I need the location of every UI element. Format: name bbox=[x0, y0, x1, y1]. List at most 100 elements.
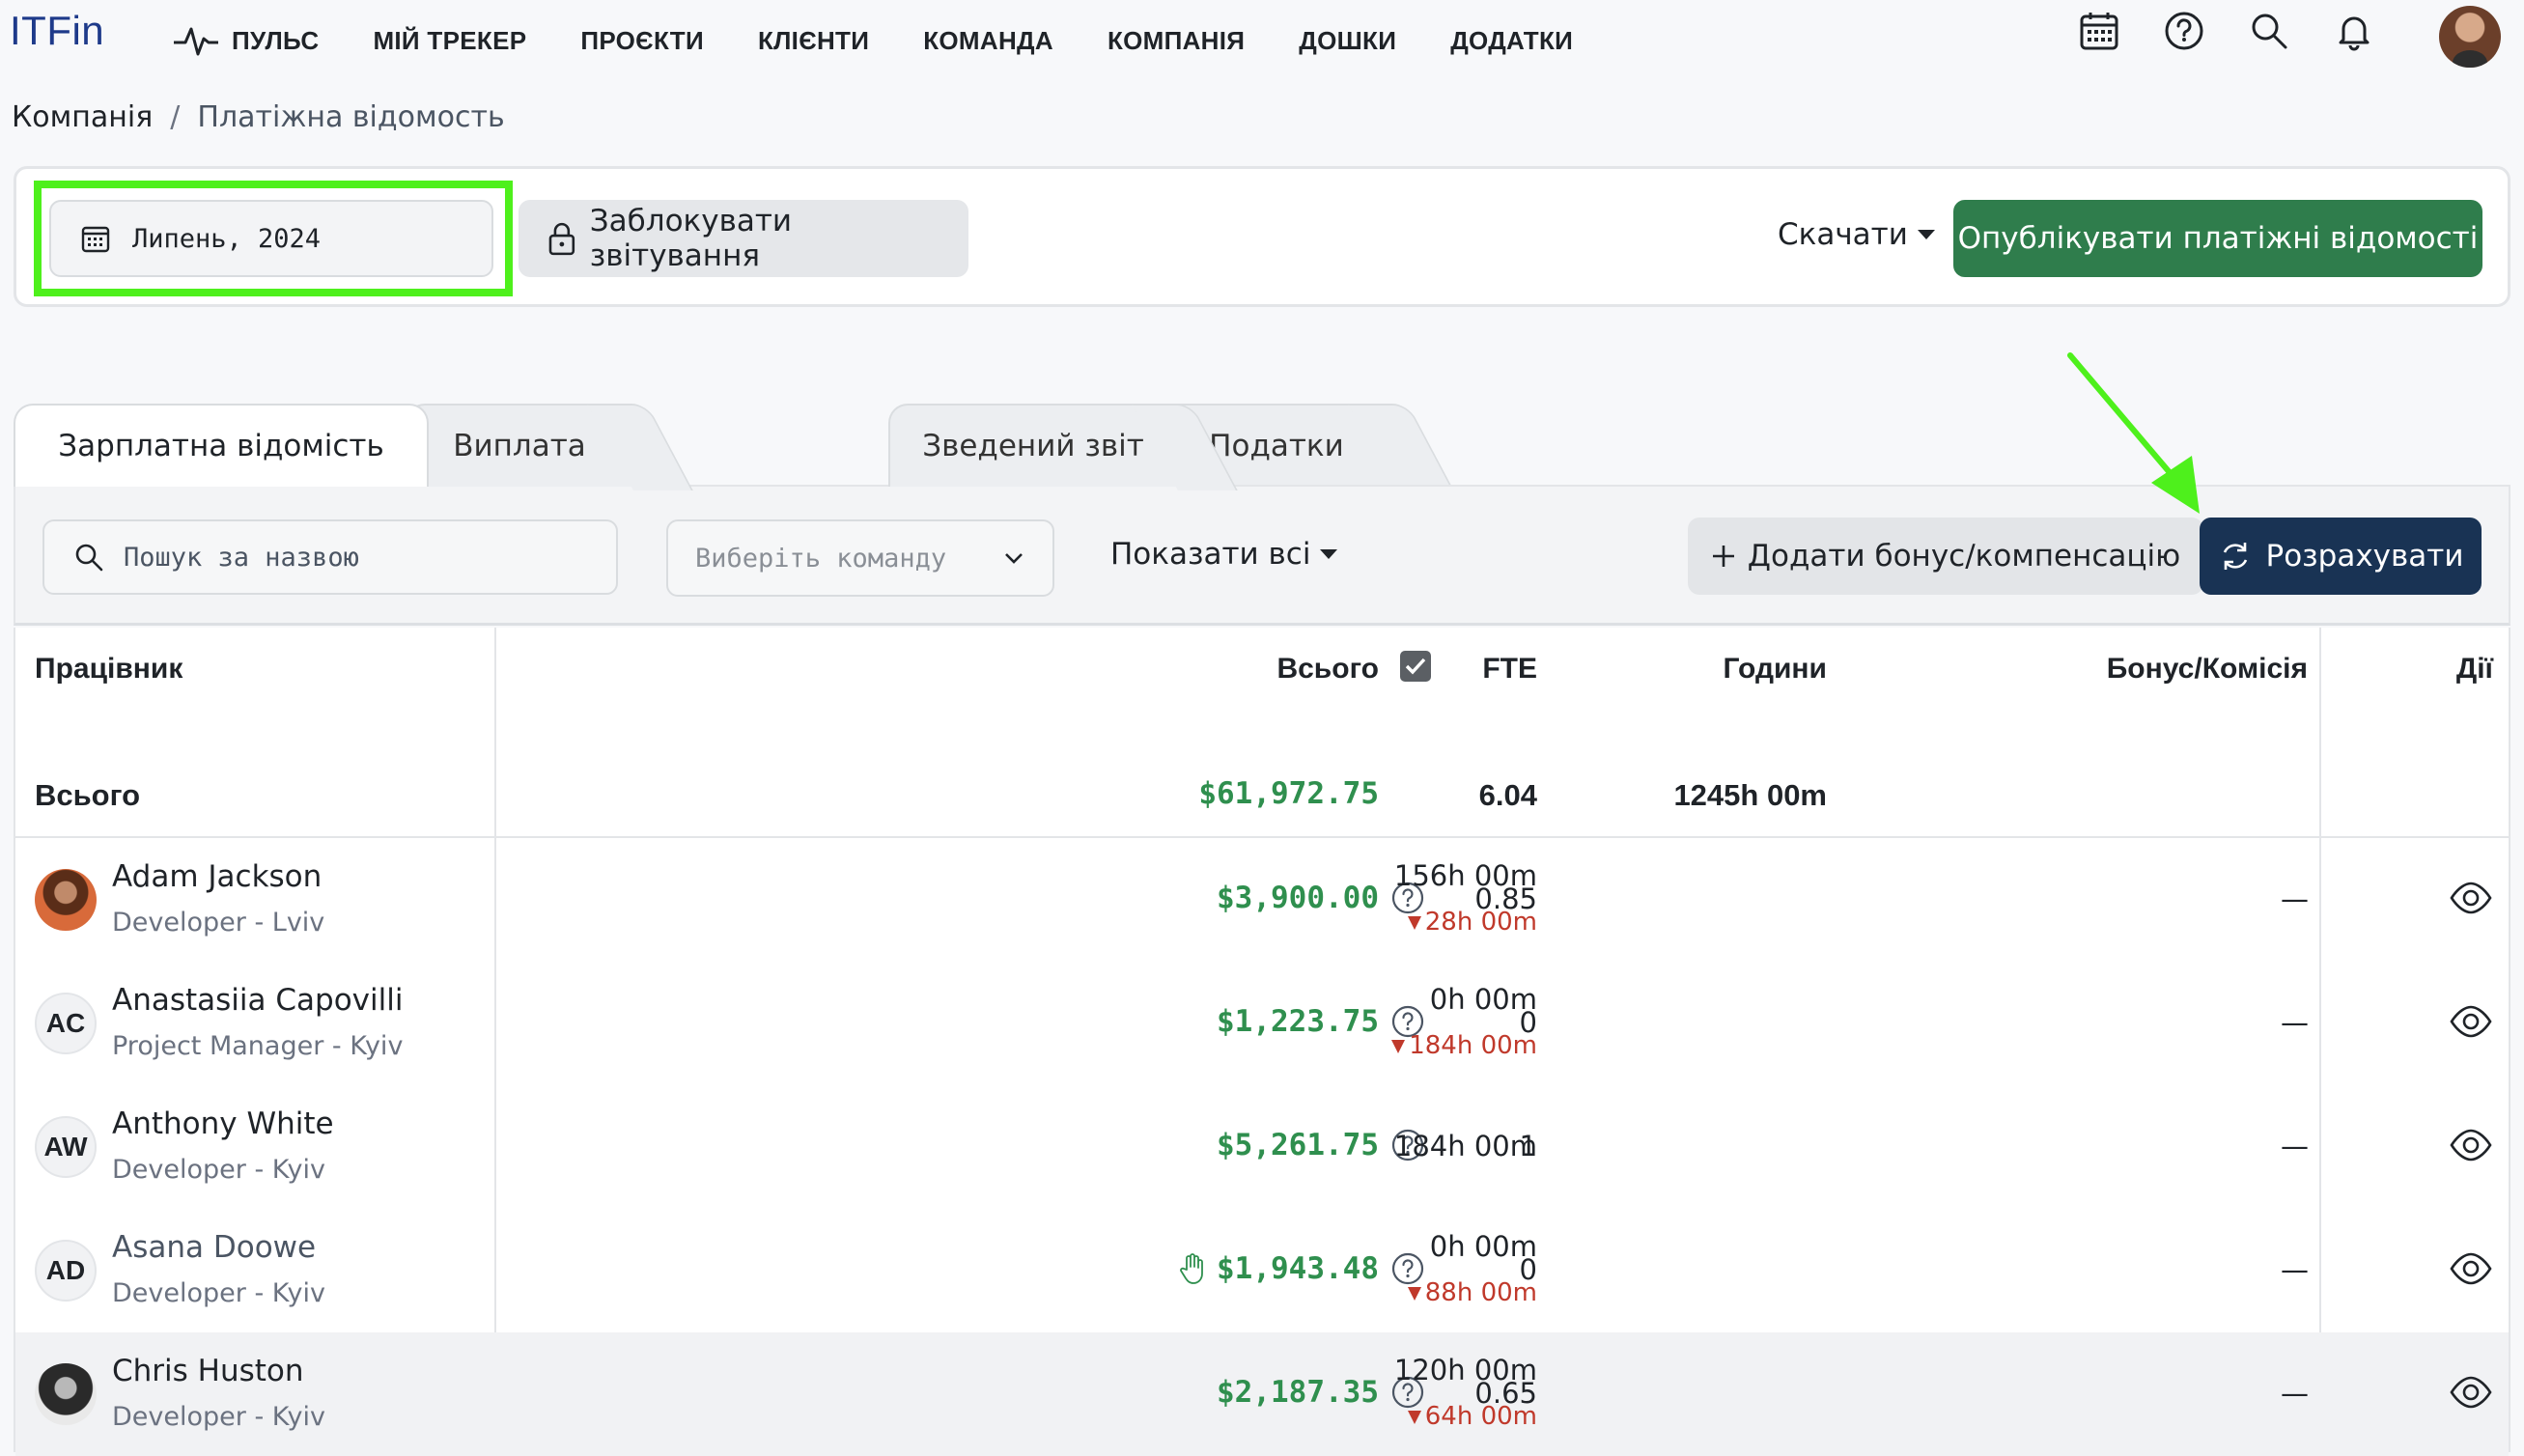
avatar: AC bbox=[35, 993, 97, 1054]
nav-item-label: ПУЛЬС bbox=[232, 25, 320, 55]
nav-item-pulse[interactable]: ПУЛЬС bbox=[172, 21, 319, 60]
table-row[interactable]: AC Anastasiia Capovilli Project Manager … bbox=[15, 962, 2509, 1085]
user-avatar[interactable] bbox=[2439, 6, 2501, 68]
employee-role: Project Manager - Kyiv bbox=[112, 1031, 404, 1061]
header-bonus[interactable]: Бонус/Комісія bbox=[2107, 653, 2308, 686]
chevron-down-icon bbox=[1005, 553, 1023, 564]
search-box bbox=[42, 519, 618, 595]
table-row[interactable]: Adam Jackson Developer - Lviv $3,900.00 … bbox=[15, 838, 2509, 962]
employee-name[interactable]: Anastasiia Capovilli bbox=[112, 983, 403, 1018]
top-navigation: ITFin ПУЛЬС МІЙ ТРЕКЕР ПРОЄКТИ КЛІЄНТИ К… bbox=[0, 0, 2524, 77]
nav-item-clients[interactable]: КЛІЄНТИ bbox=[758, 26, 869, 56]
help-icon[interactable] bbox=[2157, 4, 2211, 58]
eye-icon[interactable] bbox=[2449, 1373, 2493, 1412]
plus-icon bbox=[1712, 546, 1734, 567]
select-all-checkbox[interactable] bbox=[1400, 651, 1431, 682]
arrow-down-icon bbox=[1391, 1039, 1406, 1053]
row-bonus: — bbox=[2281, 1006, 2309, 1039]
annotation-arrow bbox=[2067, 352, 2200, 514]
lock-icon bbox=[548, 222, 575, 256]
totals-label: Всього bbox=[35, 778, 141, 812]
row-hours: 156h 00m bbox=[1393, 859, 1537, 892]
header-hours[interactable]: Години bbox=[1724, 653, 1828, 686]
period-picker[interactable]: Липень, 2024 bbox=[49, 200, 493, 277]
nav-item-boards[interactable]: ДОШКИ bbox=[1299, 26, 1396, 56]
caret-down-icon bbox=[1917, 230, 1935, 239]
employee-name[interactable]: Anthony White bbox=[112, 1106, 334, 1141]
calculate-button[interactable]: Розрахувати bbox=[2200, 518, 2482, 595]
totals-hours: 1245h 00m bbox=[1673, 778, 1827, 812]
avatar bbox=[35, 869, 97, 931]
row-bonus: — bbox=[2281, 882, 2309, 915]
nav-item-projects[interactable]: ПРОЄКТИ bbox=[580, 26, 704, 56]
employee-role: Developer - Kyiv bbox=[112, 1278, 325, 1308]
bell-icon[interactable] bbox=[2327, 4, 2381, 58]
employee-name[interactable]: Adam Jackson bbox=[112, 859, 322, 894]
avatar: AW bbox=[35, 1116, 97, 1178]
breadcrumb: Компанія / Платіжна відомость bbox=[12, 100, 505, 134]
row-bonus: — bbox=[2281, 1130, 2309, 1162]
header-employee[interactable]: Працівник bbox=[35, 653, 182, 686]
team-select[interactable]: Виберіть команду bbox=[666, 519, 1054, 597]
download-label: Скачати bbox=[1778, 217, 1908, 252]
calculate-label: Розрахувати bbox=[2265, 539, 2464, 574]
arrow-down-icon bbox=[1407, 1286, 1421, 1301]
search-icon bbox=[75, 544, 103, 572]
header-actions: Дії bbox=[2455, 653, 2493, 685]
arrow-down-icon bbox=[1407, 1410, 1421, 1424]
app-logo[interactable]: ITFin bbox=[10, 8, 104, 54]
payroll-toolbar: Липень, 2024 Заблокувати звітування Скач… bbox=[14, 166, 2510, 307]
tab-payout[interactable]: Виплата bbox=[406, 404, 633, 487]
row-hours-delta-value: 184h 00m bbox=[1409, 1031, 1537, 1060]
table-row[interactable]: AD Asana Doowe Developer - Kyiv $1,943.4… bbox=[15, 1209, 2509, 1332]
employee-role: Developer - Kyiv bbox=[112, 1402, 325, 1432]
calendar-icon[interactable] bbox=[2072, 4, 2126, 58]
row-bonus: — bbox=[2281, 1253, 2309, 1286]
refresh-icon bbox=[2223, 543, 2247, 570]
row-hours: 184h 00m bbox=[1393, 1130, 1537, 1162]
nav-item-team[interactable]: КОМАНДА bbox=[923, 26, 1053, 56]
breadcrumb-current: Платіжна відомость bbox=[197, 100, 505, 134]
nav-item-company[interactable]: КОМПАНІЯ bbox=[1108, 26, 1245, 56]
row-hours-delta: 28h 00m bbox=[1248, 908, 1537, 937]
caret-down-icon bbox=[1320, 549, 1338, 559]
check-icon bbox=[1405, 658, 1426, 675]
lock-reporting-button[interactable]: Заблокувати звітування bbox=[519, 200, 968, 277]
calendar-icon bbox=[81, 226, 110, 253]
row-hours: 0h 00m bbox=[1429, 983, 1537, 1016]
nav-item-addons[interactable]: ДОДАТКИ bbox=[1450, 26, 1573, 56]
search-icon[interactable] bbox=[2242, 4, 2296, 58]
search-input[interactable] bbox=[122, 541, 589, 574]
eye-icon[interactable] bbox=[2449, 879, 2493, 917]
header-fte[interactable]: FTE bbox=[1482, 653, 1537, 686]
add-bonus-label: Додати бонус/компенсацію bbox=[1747, 539, 2181, 574]
publish-payroll-button[interactable]: Опублікувати платіжні відомості bbox=[1953, 200, 2482, 277]
eye-icon[interactable] bbox=[2449, 1126, 2493, 1164]
tab-summary-report[interactable]: Зведений звіт bbox=[888, 404, 1178, 487]
breadcrumb-company[interactable]: Компанія bbox=[12, 100, 153, 134]
row-hours: 0h 00m bbox=[1429, 1230, 1537, 1263]
nav-item-my-tracker[interactable]: МІЙ ТРЕКЕР bbox=[373, 26, 526, 56]
totals-fte: 6.04 bbox=[1478, 778, 1537, 812]
row-bonus: — bbox=[2281, 1377, 2309, 1410]
table-row[interactable]: AW Anthony White Developer - Kyiv $5,261… bbox=[15, 1085, 2509, 1209]
header-total[interactable]: Всього bbox=[1276, 653, 1379, 686]
arrow-down-icon bbox=[1407, 915, 1421, 930]
avatar: AD bbox=[35, 1240, 97, 1302]
eye-icon[interactable] bbox=[2449, 1002, 2493, 1041]
payroll-table: Працівник Всього FTE Години Бонус/Комісі… bbox=[14, 628, 2510, 1456]
team-select-placeholder: Виберіть команду bbox=[695, 543, 947, 574]
hand-icon bbox=[1180, 1253, 1203, 1284]
row-hours-delta: 64h 00m bbox=[1248, 1402, 1537, 1431]
download-dropdown[interactable]: Скачати bbox=[1778, 217, 1935, 252]
add-bonus-button[interactable]: Додати бонус/компенсацію bbox=[1688, 518, 2203, 595]
eye-icon[interactable] bbox=[2449, 1249, 2493, 1288]
employee-name[interactable]: Asana Doowe bbox=[112, 1230, 316, 1265]
row-hours-delta-value: 88h 00m bbox=[1424, 1278, 1537, 1307]
employee-role: Developer - Lviv bbox=[112, 908, 325, 938]
tab-payroll[interactable]: Зарплатна відомість bbox=[14, 404, 429, 487]
pulse-icon bbox=[174, 27, 218, 56]
table-row[interactable]: Chris Huston Developer - Kyiv $2,187.35 … bbox=[15, 1332, 2509, 1456]
employee-name[interactable]: Chris Huston bbox=[112, 1354, 304, 1388]
show-all-dropdown[interactable]: Показати всі bbox=[1110, 537, 1338, 572]
